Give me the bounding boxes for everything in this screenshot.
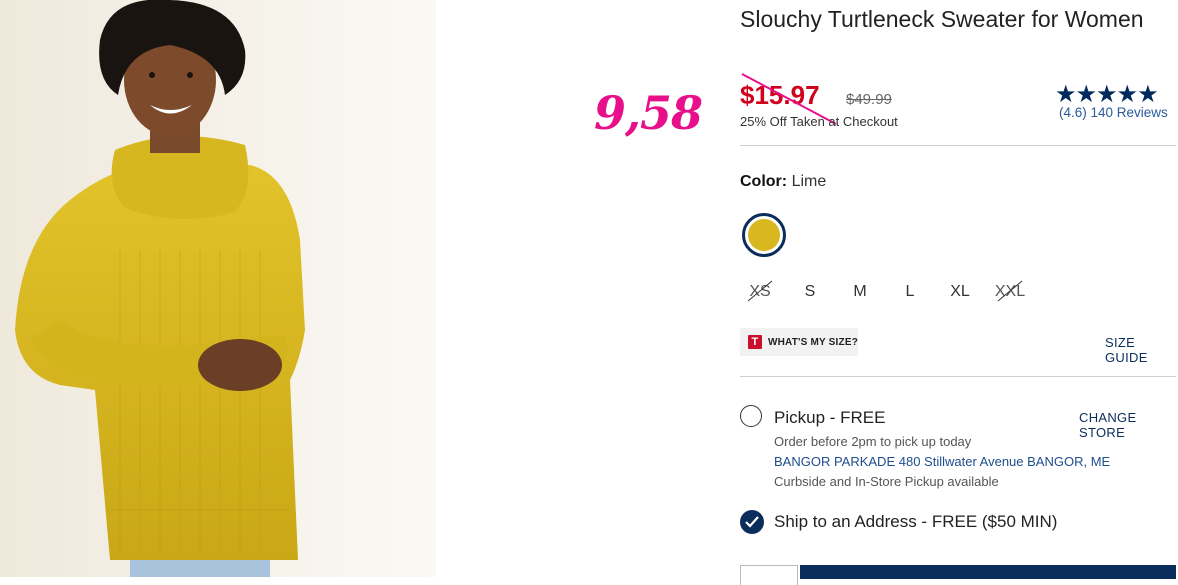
product-image[interactable] <box>0 0 436 577</box>
size-option-l[interactable]: L <box>890 283 930 301</box>
whats-my-size-button[interactable]: T WHAT'S MY SIZE? <box>740 328 858 356</box>
checkmark-icon <box>745 516 759 528</box>
product-title: Slouchy Turtleneck Sweater for Women <box>740 6 1144 32</box>
divider <box>740 376 1176 377</box>
true-fit-logo-icon: T <box>748 335 762 349</box>
size-label: S <box>804 283 816 300</box>
reviews-link[interactable]: (4.6) 140 Reviews <box>1059 105 1168 120</box>
quantity-stepper[interactable] <box>740 565 798 585</box>
ship-to-address-label[interactable]: Ship to an Address - FREE ($50 MIN) <box>774 512 1057 532</box>
size-option-xl[interactable]: XL <box>940 283 980 301</box>
change-store-link[interactable]: CHANGE STORE <box>1079 410 1178 440</box>
color-selection-label: Color: Lime <box>740 173 826 191</box>
color-swatch-lime[interactable] <box>742 213 786 257</box>
ship-checkbox[interactable] <box>740 510 764 534</box>
pickup-radio[interactable] <box>740 405 762 427</box>
pickup-note: Order before 2pm to pick up today <box>774 434 972 449</box>
size-option-xxl[interactable]: XXL <box>990 280 1030 302</box>
size-option-s[interactable]: S <box>790 283 830 301</box>
handwritten-price-annotation: 9,58 <box>594 86 703 140</box>
star-icons: ★★★★★ <box>1055 81 1159 108</box>
size-option-m[interactable]: M <box>840 283 880 301</box>
color-value: Lime <box>791 173 827 190</box>
pickup-store-address[interactable]: BANGOR PARKADE 480 Stillwater Avenue BAN… <box>774 454 1110 469</box>
whats-my-size-label: WHAT'S MY SIZE? <box>768 336 859 348</box>
size-label: M <box>853 283 867 300</box>
size-label: XL <box>950 283 970 300</box>
swatch-fill <box>748 219 780 251</box>
unavailable-slash-icon <box>747 280 773 302</box>
promo-text: 25% Off Taken at Checkout <box>740 114 898 129</box>
divider <box>740 145 1176 146</box>
original-price: $49.99 <box>846 91 892 108</box>
color-label: Color: <box>740 173 788 190</box>
size-option-xs[interactable]: XS <box>740 280 780 302</box>
size-label: L <box>905 283 915 300</box>
pickup-label[interactable]: Pickup - FREE <box>774 408 885 428</box>
curbside-note: Curbside and In-Store Pickup available <box>774 474 999 489</box>
unavailable-slash-icon <box>997 280 1023 302</box>
size-guide-link[interactable]: SIZE GUIDE <box>1105 335 1178 365</box>
